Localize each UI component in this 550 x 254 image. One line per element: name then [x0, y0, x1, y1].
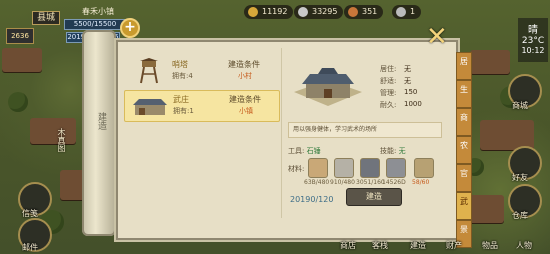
- build-condition-label: 建造条件: [228, 60, 260, 69]
- tool-value: 石锤: [306, 147, 321, 155]
- tool-label: 工具:: [288, 147, 305, 155]
- bottom-menu-item[interactable]: 客栈: [372, 240, 388, 251]
- stat-management: 管理: 150: [380, 88, 417, 98]
- building-roof: [2, 48, 42, 72]
- scroll-label: 建造: [96, 112, 106, 130]
- bottom-menu-item[interactable]: 人物: [516, 240, 532, 251]
- stat-label: 耐久:: [380, 101, 397, 109]
- tile-material-icon[interactable]: [360, 158, 380, 178]
- building-roof: [30, 118, 76, 144]
- build-condition-value: 小镇: [239, 107, 253, 115]
- weather: 晴: [528, 25, 538, 36]
- tab-living[interactable]: 生: [456, 80, 472, 108]
- stat-label: 舒适:: [380, 77, 397, 85]
- building-owned: 拥有:4: [172, 72, 193, 80]
- rope-material-icon[interactable]: [414, 158, 434, 178]
- left-menu-ranking[interactable]: 木真图: [56, 128, 67, 152]
- tab-commerce[interactable]: 商: [456, 108, 472, 136]
- tab-farming[interactable]: 农: [456, 136, 472, 164]
- resource-copper[interactable]: 351: [344, 5, 384, 19]
- build-cost: 20190/120: [290, 195, 334, 204]
- stat-value: 无: [404, 65, 411, 73]
- bottom-menu-item[interactable]: 财产: [446, 240, 462, 251]
- city-tag: 县城: [32, 11, 60, 25]
- martial-manor-icon: [133, 99, 167, 115]
- wood-material-icon[interactable]: [308, 158, 328, 178]
- building-roof: [470, 50, 510, 74]
- stat-label: 居住:: [380, 65, 397, 73]
- stat-value: 无: [404, 77, 411, 85]
- ingot-icon: [298, 7, 308, 17]
- scroll-roll: [82, 30, 116, 236]
- bottom-menu-item[interactable]: 建造: [410, 240, 426, 251]
- right-menu-label: 商城: [512, 101, 528, 110]
- skill-value: 无: [398, 147, 406, 155]
- panel-divider: [281, 48, 282, 218]
- game-time: 10:12: [521, 46, 545, 55]
- resource-value: 33295: [312, 7, 338, 16]
- left-menu-label: 邮件: [22, 243, 38, 252]
- material-amount: 63B/480: [304, 179, 330, 186]
- tab-martial[interactable]: 武: [456, 192, 472, 220]
- material-amount: 14526D: [382, 179, 406, 186]
- building-name: 哨塔: [172, 60, 188, 69]
- building-description: 用以强身健体，学习武术的场所: [288, 122, 442, 138]
- skill-requirement: 技能: 无: [380, 146, 406, 156]
- player-level: 2636: [6, 28, 34, 44]
- stat-value: 150: [404, 88, 418, 96]
- resource-coin[interactable]: 11192: [244, 5, 294, 19]
- tree: [8, 92, 28, 112]
- material-amount: 910/480: [330, 179, 355, 186]
- resource-ingot[interactable]: 33295: [294, 5, 344, 19]
- building-preview-image: [294, 68, 362, 106]
- bottom-menu-item[interactable]: 商店: [340, 240, 356, 251]
- list-item-watchtower[interactable]: 哨塔 拥有:4 建造条件 小村: [124, 56, 278, 86]
- resource-value: 1: [410, 7, 416, 16]
- stat-durability: 耐久: 1000: [380, 100, 422, 110]
- building-name: 武庄: [173, 95, 189, 104]
- skill-label: 技能:: [380, 147, 397, 155]
- build-panel: 哨塔 拥有:4 建造条件 小村 武庄 拥有:1 建造条件 小镇 居住: 无 舒适…: [116, 40, 458, 240]
- build-button[interactable]: 建造: [346, 188, 402, 206]
- stat-value: 1000: [404, 100, 422, 108]
- right-menu-label: 仓库: [512, 211, 528, 220]
- player-name: 春禾小镇: [82, 7, 114, 16]
- tool-requirement: 工具: 石锤: [288, 146, 321, 156]
- iron-material-icon[interactable]: [386, 158, 406, 178]
- tab-official[interactable]: 官: [456, 164, 472, 192]
- resource-value: 351: [362, 7, 378, 16]
- stone-material-icon[interactable]: [334, 158, 354, 178]
- tab-residence[interactable]: 居: [456, 52, 472, 80]
- list-item-martial-manor[interactable]: 武庄 拥有:1 建造条件 小镇: [124, 90, 280, 122]
- coin-icon: [248, 7, 258, 17]
- temperature: 23°C: [521, 36, 545, 46]
- watchtower-icon: [140, 58, 158, 84]
- close-icon[interactable]: ✕: [426, 24, 448, 50]
- stat-label: 管理:: [380, 89, 397, 97]
- stone-icon: [396, 7, 406, 17]
- right-menu-label: 好友: [512, 173, 528, 182]
- material-amount: 3051/160: [356, 179, 385, 186]
- resource-stone[interactable]: 1: [392, 5, 422, 19]
- build-condition-value: 小村: [238, 72, 252, 80]
- clock-box: 晴 23°C 10:12: [518, 18, 548, 62]
- population-bar: 5500/15500: [64, 19, 126, 30]
- copper-icon: [348, 7, 358, 17]
- stat-residence: 居住: 无: [380, 64, 411, 74]
- building-list: 哨塔 拥有:4 建造条件 小村 武庄 拥有:1 建造条件 小镇: [122, 48, 280, 232]
- resource-value: 11192: [262, 7, 288, 16]
- building-owned: 拥有:1: [173, 107, 194, 115]
- materials-label: 材料:: [288, 165, 305, 173]
- stat-comfort: 舒适: 无: [380, 76, 411, 86]
- material-amount: 58/60: [412, 179, 430, 186]
- bottom-menu-item[interactable]: 物品: [482, 240, 498, 251]
- recharge-plus-button[interactable]: +: [120, 18, 140, 38]
- build-condition-label: 建造条件: [229, 95, 261, 104]
